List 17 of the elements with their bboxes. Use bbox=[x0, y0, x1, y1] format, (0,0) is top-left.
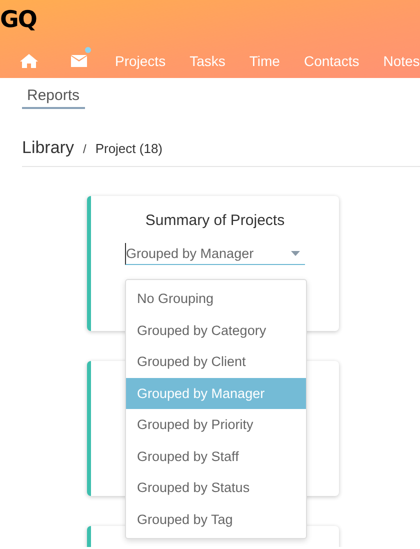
home-icon[interactable] bbox=[19, 53, 39, 69]
dropdown-option[interactable]: Grouped by Status bbox=[126, 472, 306, 504]
page-title: Library bbox=[22, 138, 74, 158]
card-title: Summary of Projects bbox=[145, 212, 285, 229]
dropdown-option[interactable]: Grouped by Tag bbox=[126, 504, 306, 535]
dropdown-option[interactable]: Grouped by Client bbox=[126, 346, 306, 378]
dropdown-option[interactable]: Grouped by Staff bbox=[126, 440, 306, 472]
breadcrumb-link[interactable]: Project (18) bbox=[95, 141, 163, 156]
dropdown-option[interactable]: Grouped by Priority bbox=[126, 409, 306, 440]
caret-icon bbox=[291, 251, 300, 256]
breadcrumb-separator: / bbox=[82, 142, 86, 156]
mail-icon[interactable] bbox=[71, 55, 87, 67]
dropdown-option[interactable]: No Grouping bbox=[126, 283, 306, 314]
logo: GQ bbox=[0, 8, 36, 32]
dropdown-option[interactable]: Grouped by Category bbox=[126, 314, 306, 346]
grouping-dropdown[interactable]: Grouped by Manager bbox=[125, 243, 305, 265]
reports-tab[interactable]: Reports bbox=[22, 87, 85, 109]
